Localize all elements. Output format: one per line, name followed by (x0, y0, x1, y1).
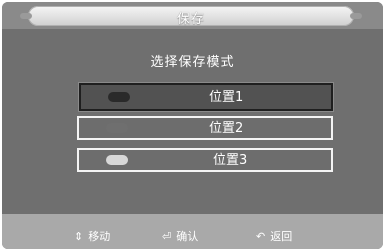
save-slot-2-option[interactable]: 位置2 (77, 116, 333, 140)
save-dialog: 保存 选择保存模式 位置1 位置2 位置3 ⇕ 移动 ⏎ 确认 ↶ 返回 (2, 2, 383, 249)
up-down-arrows-icon: ⇕ (74, 230, 84, 243)
title-bar: 保存 (2, 2, 383, 29)
save-mode-prompt: 选择保存模式 (150, 55, 235, 70)
slot-color-swatch (106, 123, 128, 133)
confirm-hint: ⏎ 确认 (162, 230, 198, 244)
slot-3-label: 位置3 (213, 153, 248, 168)
return-icon: ↶ (256, 230, 266, 243)
title-pill: 保存 (20, 6, 362, 27)
return-hint: ↶ 返回 (256, 230, 292, 244)
move-hint-label: 移动 (88, 230, 111, 243)
save-slot-3-option[interactable]: 位置3 (77, 148, 333, 172)
return-hint-label: 返回 (270, 230, 293, 243)
slot-1-label: 位置1 (209, 90, 244, 105)
enter-icon: ⏎ (162, 230, 172, 243)
confirm-hint-label: 确认 (176, 230, 199, 243)
slot-2-label: 位置2 (209, 121, 244, 136)
slot-color-swatch (108, 92, 130, 102)
save-slot-1-option[interactable]: 位置1 (79, 83, 333, 111)
control-hints-bar: ⇕ 移动 ⏎ 确认 ↶ 返回 (2, 214, 383, 249)
dialog-title: 保存 (176, 12, 205, 27)
slot-color-swatch (106, 155, 128, 165)
move-hint: ⇕ 移动 (74, 230, 110, 244)
